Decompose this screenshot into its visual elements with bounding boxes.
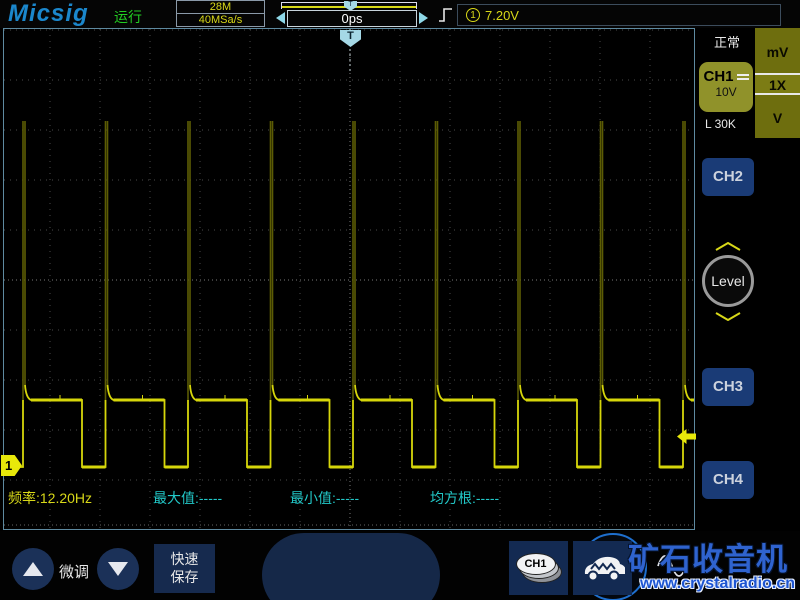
- watermark-title: 矿石收音机: [628, 542, 788, 577]
- horizontal-position[interactable]: 0ps: [287, 10, 417, 27]
- acquisition-info-box[interactable]: 28M 40MSa/s: [176, 0, 265, 27]
- rising-edge-icon: [439, 8, 452, 22]
- down-triangle-icon: [108, 562, 128, 576]
- dc-coupling-icon: [736, 73, 749, 80]
- oscilloscope-app: Micsig 运行 28M 40MSa/s T 0ps 1 7.20V T 1 …: [0, 0, 800, 600]
- measurement-frequency: 频率:12.20Hz: [8, 488, 92, 508]
- waveform-display[interactable]: [4, 29, 694, 529]
- trigger-level-value: 7.20V: [485, 7, 519, 23]
- timebase-capsule: 50 ms: [262, 533, 687, 600]
- channel-select-button[interactable]: CH1: [509, 541, 568, 595]
- scale-v-button[interactable]: V: [755, 95, 800, 138]
- trigger-source-badge: 1: [466, 8, 480, 22]
- measurement-label: 最小值:: [290, 490, 336, 506]
- vertical-scale-strip: mV 1X V: [755, 28, 800, 138]
- fine-adjust-up-button[interactable]: [12, 548, 54, 590]
- probe-attenuation-badge[interactable]: 1X: [755, 73, 800, 95]
- fine-adjust-down-button[interactable]: [97, 548, 139, 590]
- memory-depth: 28M: [177, 1, 264, 14]
- channel1-scale: 10V: [715, 85, 737, 99]
- measurement-value: -----: [198, 490, 223, 506]
- channel2-button[interactable]: CH2: [702, 158, 754, 196]
- up-triangle-icon: [23, 562, 43, 576]
- sample-rate: 40MSa/s: [198, 14, 243, 26]
- measurement-label: 最大值:: [153, 490, 199, 506]
- channel-stack-icon: CH1: [515, 551, 562, 585]
- measurement-min: 最小值:-----: [290, 488, 359, 508]
- car-icon: [584, 556, 625, 582]
- channel1-impedance: L 30K: [705, 117, 736, 131]
- scale-mv-button[interactable]: mV: [755, 28, 800, 73]
- measurement-label: 频率:: [8, 490, 40, 506]
- measurement-rms: 均方根:-----: [430, 488, 499, 508]
- measurement-value: 12.20Hz: [39, 490, 93, 506]
- level-down-chevron-icon[interactable]: [714, 312, 742, 321]
- trigger-status-box[interactable]: 1 7.20V: [457, 4, 781, 26]
- hpos-left-arrow-icon[interactable]: [276, 12, 285, 24]
- measurement-label: 均方根:: [430, 490, 476, 506]
- quick-save-line2: 保存: [170, 569, 199, 585]
- measurement-value: -----: [335, 490, 360, 506]
- auto-mode-button[interactable]: [573, 541, 632, 595]
- channel-stack-label: CH1: [515, 553, 556, 575]
- fine-adjust-label: 微调: [59, 564, 90, 581]
- brand-logo: Micsig: [8, 0, 89, 27]
- measurement-value: -----: [475, 490, 500, 506]
- header-bar: Micsig 运行 28M 40MSa/s T 0ps 1 7.20V: [0, 0, 800, 28]
- level-up-chevron-icon[interactable]: [714, 242, 742, 251]
- run-status: 运行: [114, 9, 142, 25]
- measurement-max: 最大值:-----: [153, 488, 222, 508]
- quick-save-button[interactable]: 快速 保存: [154, 544, 215, 593]
- channel3-button[interactable]: CH3: [702, 368, 754, 406]
- channel1-label: CH1: [703, 68, 734, 85]
- acquire-mode-label: 正常: [714, 35, 741, 50]
- quick-save-line1: 快速: [170, 551, 199, 567]
- hpos-right-arrow-icon[interactable]: [419, 12, 428, 24]
- channel1-button[interactable]: CH1 10V: [699, 62, 753, 112]
- trigger-level-knob[interactable]: Level: [702, 255, 754, 307]
- channel4-button[interactable]: CH4: [702, 461, 754, 499]
- watermark-url: www.crystalradio.cn: [640, 575, 796, 592]
